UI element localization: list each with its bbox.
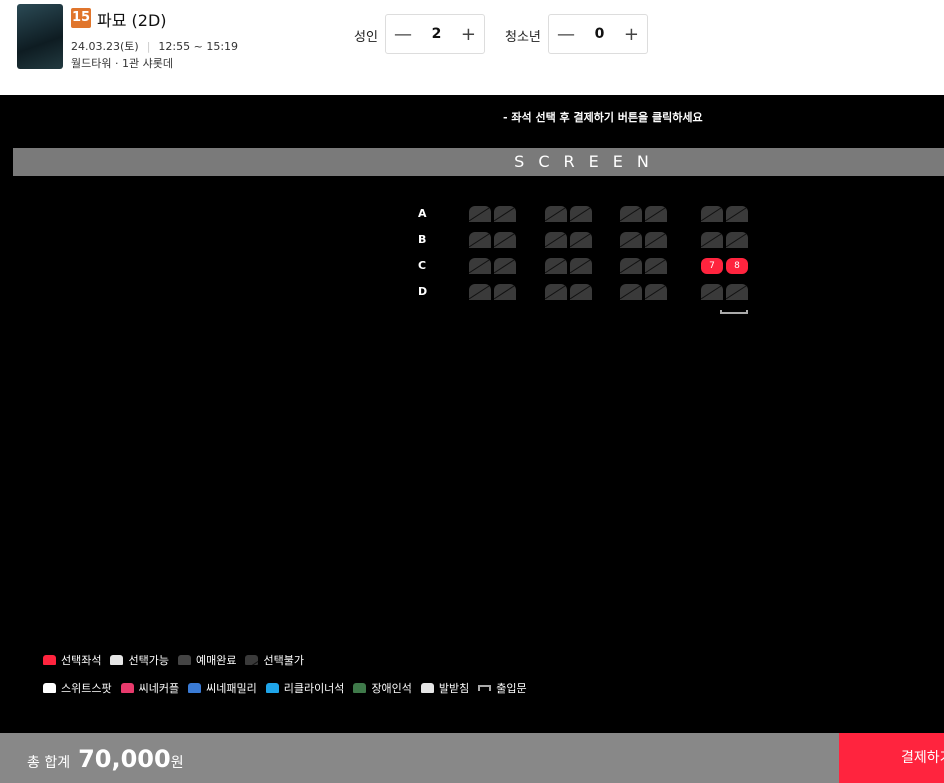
total-label: 총 합계 (27, 755, 71, 771)
seat-unavailable (545, 258, 567, 274)
legend-item: 스위트스팟 (43, 680, 112, 696)
legend-item: 선택좌석 (43, 652, 101, 668)
legend-swatch-icon (245, 655, 259, 665)
seat-unavailable (726, 206, 748, 222)
seat-unavailable (645, 258, 667, 274)
show-date: 24.03.23(토) (71, 40, 139, 53)
seat-unavailable (545, 284, 567, 300)
legend-swatch-icon (110, 655, 124, 665)
legend-row-1: 선택좌석 선택가능 예매완료 선택불가 (43, 652, 304, 668)
seat-unavailable (570, 232, 592, 248)
seat-unavailable (726, 284, 748, 300)
legend-label: 스위트스팟 (61, 682, 112, 695)
row-label: A (418, 207, 427, 220)
age-rating-badge: 15 (71, 8, 91, 28)
legend-item: 발받침 (420, 680, 470, 696)
seat-unavailable (494, 284, 516, 300)
legend-swatch-icon (478, 685, 492, 691)
seat-unavailable (620, 284, 642, 300)
adult-plus-button[interactable]: + (461, 24, 476, 45)
seat-unavailable (645, 206, 667, 222)
currency-label: 원 (170, 755, 184, 771)
seat-unavailable (645, 232, 667, 248)
seat-unavailable (494, 232, 516, 248)
footer-bar: 총 합계 70,000원 결제하기 (0, 733, 944, 783)
seat-unavailable (726, 232, 748, 248)
seat-unavailable (570, 258, 592, 274)
legend-item: 장애인석 (353, 680, 412, 696)
youth-plus-button[interactable]: + (624, 24, 639, 45)
row-label: B (418, 233, 427, 246)
seat-unavailable (701, 206, 723, 222)
youth-stepper: — 0 + (548, 14, 648, 54)
seat-unavailable (570, 284, 592, 300)
legend-label: 씨네커플 (138, 682, 180, 695)
seat-unavailable (701, 284, 723, 300)
seat-unavailable (701, 232, 723, 248)
legend-item: 씨네패밀리 (188, 680, 257, 696)
legend-label: 선택가능 (128, 654, 169, 667)
legend-item: 씨네커플 (120, 680, 180, 696)
legend-swatch-icon (265, 683, 279, 693)
legend-label: 발받침 (438, 682, 470, 695)
seat-unavailable (645, 284, 667, 300)
legend-swatch-icon (420, 683, 434, 693)
theater-info: 월드타워 · 1관 샤롯데 (71, 57, 173, 70)
legend-swatch-icon (353, 683, 367, 693)
legend-swatch-icon (177, 655, 191, 665)
legend-label: 출입문 (496, 682, 527, 695)
seat-unavailable (469, 284, 491, 300)
legend-label: 리클라이너석 (283, 682, 345, 695)
legend-label: 예매완료 (195, 654, 237, 667)
legend-label: 선택좌석 (61, 654, 102, 667)
legend-swatch-icon (188, 683, 202, 693)
total-price: 총 합계 70,000원 (27, 745, 184, 773)
total-amount: 70,000 (78, 745, 171, 773)
legend-swatch-icon (43, 683, 56, 693)
legend-item: 선택불가 (245, 652, 304, 668)
legend-item: 예매완료 (177, 652, 237, 668)
adult-stepper: — 2 + (385, 14, 485, 54)
booking-header: 15 파묘 (2D) 24.03.23(토) | 12:55 ~ 15:19 월드타… (0, 0, 944, 95)
seat-unavailable (620, 258, 642, 274)
seat-notice: - 좌석 선택 후 결제하기 버튼을 클릭하세요 (503, 111, 703, 124)
seat-selected[interactable]: 7 (701, 258, 723, 274)
legend-row-2: 스위트스팟 씨네커플 씨네패밀리 리클라이너석 장애인석 발받침 출입문 (43, 680, 527, 696)
movie-poster (17, 4, 63, 69)
legend-swatch-icon (120, 683, 134, 693)
pay-button[interactable]: 결제하기 (839, 733, 944, 783)
legend-item: 리클라이너석 (265, 680, 345, 696)
legend-label: 장애인석 (371, 682, 412, 695)
showtime-info: 24.03.23(토) | 12:55 ~ 15:19 (71, 40, 239, 53)
show-time: 12:55 ~ 15:19 (158, 40, 239, 53)
legend-item: 선택가능 (110, 652, 169, 668)
legend-label: 씨네패밀리 (206, 682, 257, 695)
legend-item: 출입문 (478, 680, 527, 696)
seat-unavailable (494, 258, 516, 274)
screen-bar: SCREEN (13, 148, 944, 176)
youth-count: 0 (594, 26, 605, 42)
seat-unavailable (469, 232, 491, 248)
row-label: C (418, 259, 427, 272)
seat-unavailable (545, 206, 567, 222)
adult-label: 성인 (354, 30, 378, 45)
row-label: D (418, 285, 428, 298)
seat-unavailable (469, 206, 491, 222)
exit-door-icon (720, 310, 748, 314)
youth-minus-button[interactable]: — (557, 24, 575, 45)
seat-unavailable (620, 206, 642, 222)
seat-unavailable (570, 206, 592, 222)
seat-unavailable (469, 258, 491, 274)
seat-unavailable (545, 232, 567, 248)
legend-label: 선택불가 (263, 654, 304, 667)
legend-swatch-icon (43, 655, 56, 665)
movie-title: 파묘 (2D) (97, 11, 167, 30)
seat-unavailable (494, 206, 516, 222)
seat-unavailable (620, 232, 642, 248)
adult-count: 2 (431, 26, 442, 42)
seat-selected[interactable]: 8 (726, 258, 748, 274)
adult-minus-button[interactable]: — (394, 24, 412, 45)
youth-label: 청소년 (505, 30, 541, 45)
